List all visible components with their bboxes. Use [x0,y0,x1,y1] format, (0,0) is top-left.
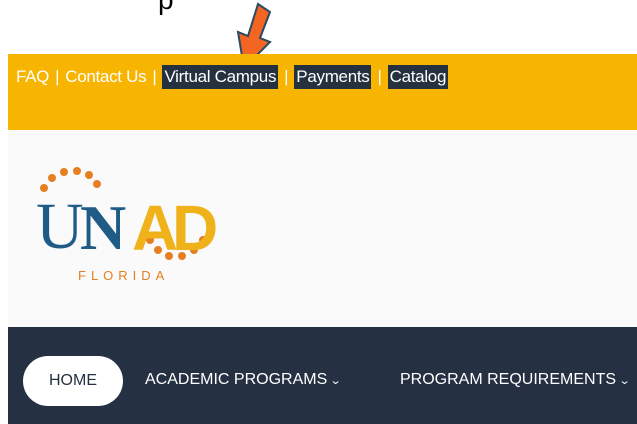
separator: | [284,67,289,86]
separator: | [55,67,60,86]
virtual-campus-link[interactable]: Virtual Campus [162,65,279,89]
logo-letter: U [36,190,84,263]
payments-link[interactable]: Payments [294,65,372,89]
separator: | [377,67,382,86]
nav-item-label: ACADEMIC PROGRAMS [145,371,328,388]
logo-subtitle: FLORIDA [78,268,170,283]
nav-program-requirements[interactable]: PROGRAM REQUIREMENTS ⌄ [400,371,631,389]
chevron-down-icon: ⌄ [329,374,342,387]
logo-letter: D [172,192,219,264]
logo-letter: N [80,192,127,263]
nav-academic-programs[interactable]: ACADEMIC PROGRAMS ⌄ [145,371,342,389]
contact-us-link[interactable]: Contact Us [65,67,146,87]
caption-text: p [158,0,174,14]
nav-home-button[interactable]: HOME [23,356,123,406]
main-navigation: HOME ACADEMIC PROGRAMS ⌄ PROGRAM REQUIRE… [8,327,637,424]
chevron-down-icon: ⌄ [618,374,631,387]
catalog-link[interactable]: Catalog [387,65,449,89]
nav-item-label: PROGRAM REQUIREMENTS [400,371,617,388]
header-logo-area: U N A D FLORIDA [8,130,637,327]
separator: | [152,67,157,86]
faq-link[interactable]: FAQ [16,67,49,87]
top-utility-bar: FAQ | Contact Us | Virtual Campus | Paym… [8,54,637,130]
unad-logo[interactable]: U N A D FLORIDA [36,166,226,286]
utility-links: FAQ | Contact Us | Virtual Campus | Paym… [16,65,449,89]
